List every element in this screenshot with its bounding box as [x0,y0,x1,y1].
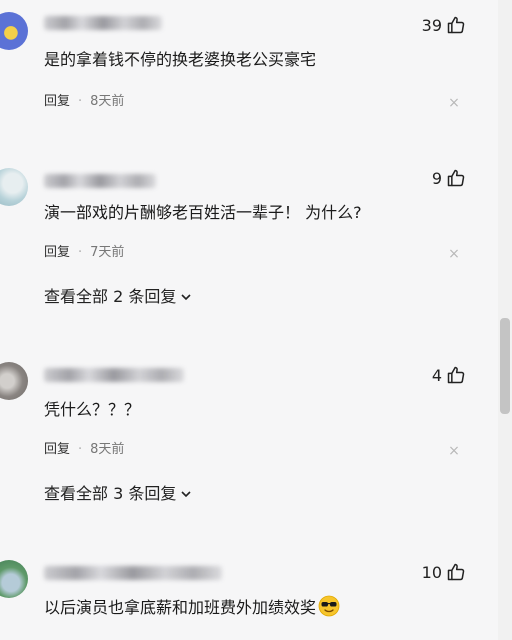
thumbs-up-icon [447,366,465,384]
scrollbar-track[interactable] [498,0,512,640]
comment-time: 8天前 [90,94,125,109]
view-replies-button[interactable]: 查看全部 3 条回复 [44,483,192,505]
avatar[interactable] [0,362,28,400]
like-count: 9 [431,168,442,188]
like-button[interactable]: 4 [432,364,466,386]
comment-text-row: 以后演员也拿底薪和加班费外加绩效奖 [44,595,340,619]
thumbs-up-icon [447,16,465,34]
username-blurred[interactable] [44,368,184,382]
like-count: 4 [431,365,442,385]
meta-separator: · [78,94,83,109]
reply-button[interactable]: 回复 [44,245,70,260]
like-count: 10 [421,562,442,582]
comment-feed: 39 是的拿着钱不停的换老婆换老公买豪宅 回复 · 8天前 × 9 演一部戏的片酬够… [0,0,498,640]
comment-text: 凭什么？？？ [44,400,141,419]
like-button[interactable]: 10 [422,561,466,583]
comment-text: 是的拿着钱不停的换老婆换老公买豪宅 [44,50,317,69]
meta-separator: · [78,245,83,260]
close-icon[interactable]: × [446,246,462,262]
chevron-down-icon [181,491,191,498]
like-button[interactable]: 9 [432,167,466,189]
username-blurred[interactable] [44,174,156,188]
scrollbar-thumb[interactable] [500,318,510,414]
reply-button[interactable]: 回复 [44,94,70,109]
avatar[interactable] [0,12,28,50]
comment-item: 9 演一部戏的片酬够老百姓活一辈子！ 为什么? 回复 · 7天前 × 查看全部 2 … [0,150,498,320]
avatar[interactable] [0,560,28,598]
username-blurred[interactable] [44,566,222,580]
like-button[interactable]: 39 [422,14,466,36]
comment-time: 7天前 [90,245,125,260]
sunglasses-emoji-icon [318,595,340,617]
view-replies-label: 查看全部 3 条回复 [44,484,177,503]
comment-text: 以后演员也拿底薪和加班费外加绩效奖 [44,598,317,617]
username-blurred[interactable] [44,16,162,30]
close-icon[interactable]: × [446,443,462,459]
close-icon[interactable]: × [446,95,462,111]
reply-button[interactable]: 回复 [44,442,70,457]
view-replies-label: 查看全部 2 条回复 [44,287,177,306]
thumbs-up-icon [447,563,465,581]
comment-item: 4 凭什么？？？ 回复 · 8天前 × 查看全部 3 条回复 [0,350,498,520]
comment-meta: 回复 · 8天前 [44,441,124,459]
comment-item: 10 以后演员也拿底薪和加班费外加绩效奖 [0,548,498,640]
comment-text: 演一部戏的片酬够老百姓活一辈子！ 为什么? [44,203,362,222]
meta-separator: · [78,442,83,457]
comment-time: 8天前 [90,442,125,457]
comment-item: 39 是的拿着钱不停的换老婆换老公买豪宅 回复 · 8天前 × [0,0,498,130]
comment-meta: 回复 · 8天前 [44,93,124,111]
chevron-down-icon [181,294,191,301]
comment-meta: 回复 · 7天前 [44,244,124,262]
view-replies-button[interactable]: 查看全部 2 条回复 [44,286,192,308]
avatar[interactable] [0,168,28,206]
like-count: 39 [421,15,442,35]
thumbs-up-icon [447,169,465,187]
